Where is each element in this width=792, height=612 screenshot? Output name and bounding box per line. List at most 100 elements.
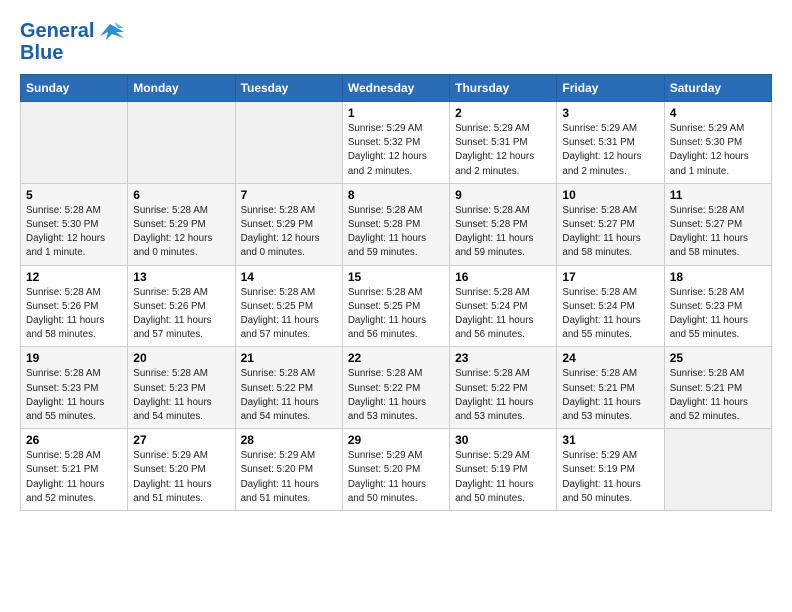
day-info: Sunrise: 5:29 AMSunset: 5:32 PMDaylight:… (348, 122, 444, 179)
daylight: Daylight: 12 hours and 1 minute. (670, 151, 749, 176)
day-info: Sunrise: 5:28 AMSunset: 5:24 PMDaylight:… (562, 286, 658, 343)
sunset: Sunset: 5:22 PM (241, 383, 313, 394)
weekday-header-friday: Friday (557, 75, 664, 102)
day-info: Sunrise: 5:29 AMSunset: 5:31 PMDaylight:… (562, 122, 658, 179)
day-info: Sunrise: 5:28 AMSunset: 5:29 PMDaylight:… (241, 204, 337, 261)
sunrise: Sunrise: 5:29 AM (348, 123, 423, 134)
calendar-cell: 24 Sunrise: 5:28 AMSunset: 5:21 PMDayligh… (557, 347, 664, 429)
sunrise: Sunrise: 5:28 AM (133, 287, 208, 298)
sunset: Sunset: 5:30 PM (670, 137, 742, 148)
daylight: Daylight: 11 hours and 54 minutes. (241, 397, 319, 422)
sunrise: Sunrise: 5:29 AM (348, 450, 423, 461)
sunrise: Sunrise: 5:28 AM (562, 205, 637, 216)
daylight: Daylight: 11 hours and 51 minutes. (241, 479, 319, 504)
sunrise: Sunrise: 5:28 AM (241, 287, 316, 298)
day-number: 14 (241, 270, 337, 284)
sunrise: Sunrise: 5:28 AM (455, 368, 530, 379)
day-info: Sunrise: 5:28 AMSunset: 5:26 PMDaylight:… (26, 286, 122, 343)
sunset: Sunset: 5:21 PM (670, 383, 742, 394)
day-info: Sunrise: 5:28 AMSunset: 5:21 PMDaylight:… (670, 367, 766, 424)
calendar-cell: 5Sunrise: 5:28 AMSunset: 5:30 PMDaylight… (21, 183, 128, 265)
daylight: Daylight: 11 hours and 50 minutes. (348, 479, 426, 504)
daylight: Daylight: 12 hours and 0 minutes. (133, 233, 212, 258)
calendar-cell: 12 Sunrise: 5:28 AMSunset: 5:26 PMDayligh… (21, 265, 128, 347)
day-number: 18 (670, 270, 766, 284)
calendar-cell: 18 Sunrise: 5:28 AMSunset: 5:23 PMDayligh… (664, 265, 771, 347)
sunset: Sunset: 5:23 PM (133, 383, 205, 394)
day-number: 17 (562, 270, 658, 284)
daylight: Daylight: 11 hours and 55 minutes. (670, 315, 748, 340)
day-info: Sunrise: 5:28 AMSunset: 5:27 PMDaylight:… (670, 204, 766, 261)
day-info: Sunrise: 5:28 AMSunset: 5:21 PMDaylight:… (26, 449, 122, 506)
day-info: Sunrise: 5:28 AMSunset: 5:30 PMDaylight:… (26, 204, 122, 261)
calendar-week-1: 1Sunrise: 5:29 AMSunset: 5:32 PMDaylight… (21, 102, 772, 184)
calendar-cell: 27 Sunrise: 5:29 AMSunset: 5:20 PMDayligh… (128, 429, 235, 511)
day-number: 3 (562, 106, 658, 120)
day-number: 11 (670, 188, 766, 202)
sunset: Sunset: 5:27 PM (670, 219, 742, 230)
sunrise: Sunrise: 5:28 AM (133, 368, 208, 379)
day-info: Sunrise: 5:28 AMSunset: 5:25 PMDaylight:… (348, 286, 444, 343)
calendar-cell: 14 Sunrise: 5:28 AMSunset: 5:25 PMDayligh… (235, 265, 342, 347)
day-info: Sunrise: 5:28 AMSunset: 5:22 PMDaylight:… (241, 367, 337, 424)
day-info: Sunrise: 5:29 AMSunset: 5:20 PMDaylight:… (133, 449, 229, 506)
sunset: Sunset: 5:32 PM (348, 137, 420, 148)
daylight: Daylight: 12 hours and 0 minutes. (241, 233, 320, 258)
daylight: Daylight: 12 hours and 2 minutes. (455, 151, 534, 176)
calendar-cell: 4 Sunrise: 5:29 AMSunset: 5:30 PMDaylight… (664, 102, 771, 184)
sunset: Sunset: 5:31 PM (562, 137, 634, 148)
daylight: Daylight: 11 hours and 57 minutes. (133, 315, 211, 340)
day-number: 19 (26, 351, 122, 365)
weekday-header-thursday: Thursday (450, 75, 557, 102)
day-info: Sunrise: 5:28 AMSunset: 5:22 PMDaylight:… (455, 367, 551, 424)
sunset: Sunset: 5:21 PM (26, 464, 98, 475)
calendar-cell: 13Sunrise: 5:28 AMSunset: 5:26 PMDayligh… (128, 265, 235, 347)
day-info: Sunrise: 5:28 AMSunset: 5:29 PMDaylight:… (133, 204, 229, 261)
day-number: 6 (133, 188, 229, 202)
sunrise: Sunrise: 5:29 AM (455, 123, 530, 134)
day-info: Sunrise: 5:28 AMSunset: 5:27 PMDaylight:… (562, 204, 658, 261)
sunrise: Sunrise: 5:28 AM (26, 287, 101, 298)
sunset: Sunset: 5:30 PM (26, 219, 98, 230)
day-number: 2 (455, 106, 551, 120)
sunset: Sunset: 5:29 PM (241, 219, 313, 230)
day-info: Sunrise: 5:29 AMSunset: 5:30 PMDaylight:… (670, 122, 766, 179)
daylight: Daylight: 12 hours and 2 minutes. (562, 151, 641, 176)
calendar-week-5: 26Sunrise: 5:28 AMSunset: 5:21 PMDayligh… (21, 429, 772, 511)
sunset: Sunset: 5:31 PM (455, 137, 527, 148)
day-number: 24 (562, 351, 658, 365)
day-info: Sunrise: 5:28 AMSunset: 5:22 PMDaylight:… (348, 367, 444, 424)
daylight: Daylight: 11 hours and 56 minutes. (455, 315, 533, 340)
sunrise: Sunrise: 5:28 AM (455, 287, 530, 298)
sunset: Sunset: 5:21 PM (562, 383, 634, 394)
day-number: 12 (26, 270, 122, 284)
sunset: Sunset: 5:22 PM (455, 383, 527, 394)
day-info: Sunrise: 5:28 AMSunset: 5:21 PMDaylight:… (562, 367, 658, 424)
day-info: Sunrise: 5:28 AMSunset: 5:25 PMDaylight:… (241, 286, 337, 343)
daylight: Daylight: 11 hours and 59 minutes. (348, 233, 426, 258)
calendar-cell (235, 102, 342, 184)
calendar-cell: 1Sunrise: 5:29 AMSunset: 5:32 PMDaylight… (342, 102, 449, 184)
day-number: 7 (241, 188, 337, 202)
day-number: 27 (133, 433, 229, 447)
calendar-cell: 11Sunrise: 5:28 AMSunset: 5:27 PMDayligh… (664, 183, 771, 265)
sunset: Sunset: 5:27 PM (562, 219, 634, 230)
sunset: Sunset: 5:25 PM (348, 301, 420, 312)
day-info: Sunrise: 5:29 AMSunset: 5:19 PMDaylight:… (455, 449, 551, 506)
day-number: 4 (670, 106, 766, 120)
day-number: 16 (455, 270, 551, 284)
calendar-cell (21, 102, 128, 184)
sunrise: Sunrise: 5:28 AM (670, 205, 745, 216)
day-info: Sunrise: 5:29 AM Sunset: 5:20 PM Daylight:… (348, 449, 444, 506)
sunrise: Sunrise: 5:28 AM (26, 205, 101, 216)
sunset: Sunset: 5:20 PM (348, 464, 420, 475)
day-info: Sunrise: 5:29 AMSunset: 5:19 PMDaylight:… (562, 449, 658, 506)
day-info: Sunrise: 5:28 AMSunset: 5:28 PMDaylight:… (455, 204, 551, 261)
weekday-header-wednesday: Wednesday (342, 75, 449, 102)
day-number: 20 (133, 351, 229, 365)
calendar-cell: 9Sunrise: 5:28 AMSunset: 5:28 PMDaylight… (450, 183, 557, 265)
calendar-cell: 22Sunrise: 5:28 AMSunset: 5:22 PMDayligh… (342, 347, 449, 429)
day-info: Sunrise: 5:28 AMSunset: 5:23 PMDaylight:… (670, 286, 766, 343)
sunset: Sunset: 5:23 PM (26, 383, 98, 394)
calendar-cell: 3 Sunrise: 5:29 AMSunset: 5:31 PMDaylight… (557, 102, 664, 184)
